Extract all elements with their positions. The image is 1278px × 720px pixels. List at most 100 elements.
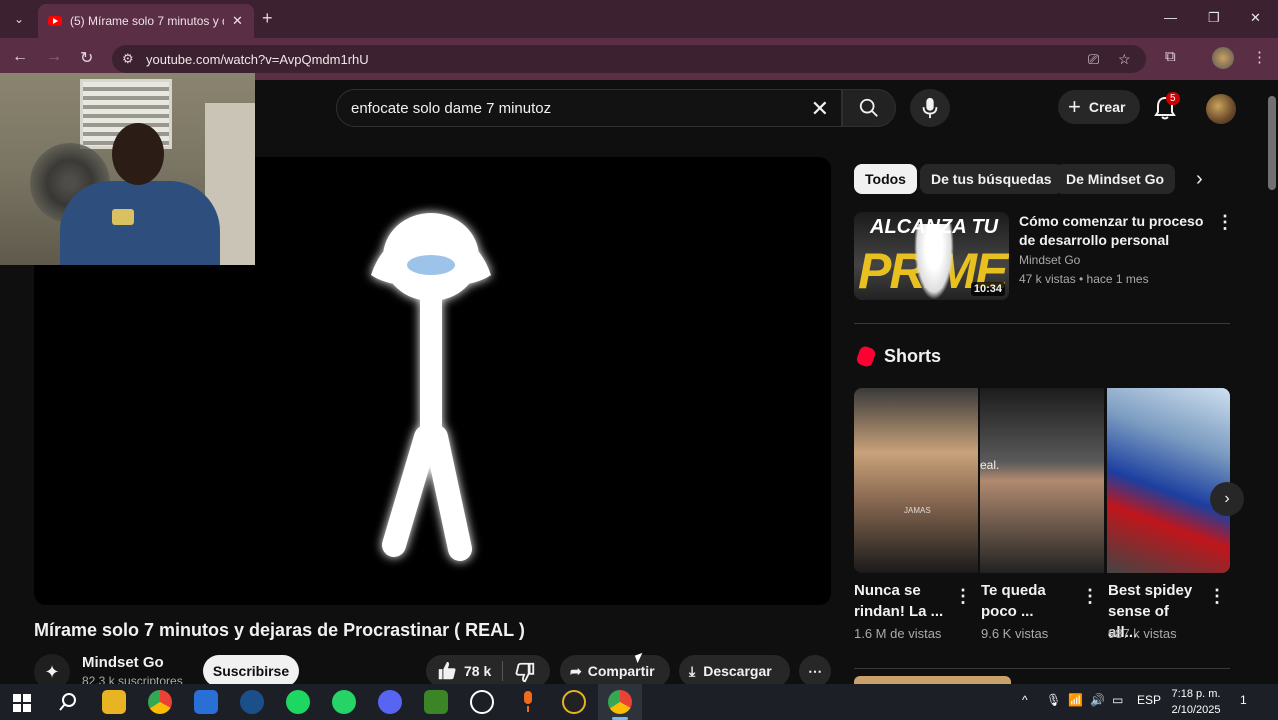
chip-de-tus-busquedas[interactable]: De tus búsquedas: [920, 164, 1063, 194]
microphone-icon: [922, 97, 938, 119]
more-dots-icon: ⋯: [808, 662, 822, 679]
tab-search-chevron-icon[interactable]: ⌄: [8, 8, 30, 30]
share-button[interactable]: ➦ Compartir: [560, 655, 670, 687]
channel-name[interactable]: Mindset Go: [82, 654, 164, 671]
forward-arrow-icon[interactable]: →: [46, 48, 62, 66]
chrome-active-icon[interactable]: [608, 690, 632, 714]
short-3-menu-kebab-icon[interactable]: ⋮: [1208, 586, 1226, 607]
notifications-button[interactable]: 5: [1154, 92, 1180, 125]
short-2-menu-kebab-icon[interactable]: ⋮: [1081, 586, 1099, 607]
short-thumbnail-2[interactable]: eal.: [980, 388, 1104, 573]
steam-icon[interactable]: [240, 690, 264, 714]
chip-de-mindset-go[interactable]: De Mindset Go: [1055, 164, 1176, 194]
microphone-app-icon[interactable]: [516, 690, 540, 714]
browser-tab-active[interactable]: (5) Mírame solo 7 minutos y de ✕: [38, 4, 254, 38]
dislike-button[interactable]: [514, 661, 536, 686]
spotify-icon[interactable]: [286, 690, 310, 714]
back-arrow-icon[interactable]: ←: [12, 48, 28, 66]
short-3-views: 987 k vistas: [1108, 626, 1177, 641]
taskbar-clock[interactable]: 7:18 p. m. 2/10/2025: [1168, 686, 1224, 718]
clear-search-icon[interactable]: ✕: [811, 96, 829, 122]
install-app-icon[interactable]: ⎚: [1088, 51, 1099, 68]
short-thumbnail-3[interactable]: [1107, 388, 1230, 573]
chatgpt-icon[interactable]: [470, 690, 494, 714]
webcam-person: [60, 123, 220, 265]
account-avatar[interactable]: [1206, 94, 1236, 124]
tray-mic-icon[interactable]: 🎙: [1046, 693, 1061, 707]
recommended-title[interactable]: Cómo comenzar tu proceso de desarrollo p…: [1019, 212, 1209, 250]
search-icon: [859, 98, 878, 117]
short-2-views: 9.6 K vistas: [981, 626, 1049, 641]
chips-next-chevron-icon[interactable]: ›: [1196, 168, 1203, 191]
like-button[interactable]: [436, 660, 458, 685]
tray-battery-icon[interactable]: ▭: [1112, 693, 1123, 707]
chrome-icon[interactable]: [148, 690, 172, 714]
webcam-overlay: [0, 73, 255, 265]
voice-search-button[interactable]: [910, 89, 950, 127]
download-button[interactable]: ⤓ Descargar: [679, 655, 790, 687]
thumbs-down-icon: [515, 662, 535, 683]
subscribe-button[interactable]: Suscribirse: [203, 655, 299, 687]
microsoft-store-icon[interactable]: [194, 690, 218, 714]
short-1-title[interactable]: Nunca se rindan! La ...: [854, 580, 954, 622]
next-video-thumbnail-peek[interactable]: [854, 676, 1011, 684]
tray-wifi-icon[interactable]: 📶: [1068, 693, 1083, 707]
recommended-channel[interactable]: Mindset Go: [1019, 253, 1080, 267]
clock-time: 7:18 p. m.: [1171, 688, 1221, 700]
osu-or-obs-icon[interactable]: [562, 690, 586, 714]
plus-icon: +: [1068, 94, 1081, 119]
search-input[interactable]: enfocate solo dame 7 minutoz ✕: [336, 89, 842, 127]
magnifier-icon: [59, 693, 76, 711]
search-query-text: enfocate solo dame 7 minutoz: [351, 99, 552, 117]
share-arrow-icon: ➦: [570, 662, 582, 679]
recommended-thumbnail[interactable]: PRIME ALCANZA TU 10:34: [854, 212, 1009, 300]
windows-start-icon[interactable]: [10, 691, 34, 715]
short-2-title[interactable]: Te queda poco ...: [981, 580, 1071, 622]
recommended-meta: 47 k vistas • hace 1 mes: [1019, 272, 1149, 286]
youtube-favicon-icon: [48, 16, 62, 26]
extensions-puzzle-icon[interactable]: ⧉: [1165, 48, 1176, 65]
star-logo-icon: ✦: [44, 661, 60, 682]
window-close-icon[interactable]: ✕: [1250, 10, 1261, 26]
create-button[interactable]: + Crear: [1058, 90, 1140, 124]
recommended-menu-kebab-icon[interactable]: ⋮: [1216, 212, 1234, 233]
like-count: 78 k: [464, 663, 492, 679]
short-1-menu-kebab-icon[interactable]: ⋮: [954, 586, 972, 607]
tab-close-icon[interactable]: ✕: [232, 13, 243, 29]
browser-menu-kebab-icon[interactable]: ⋮: [1252, 48, 1267, 66]
webcam-person-head: [112, 123, 164, 185]
like-dislike-group: 78 k: [426, 655, 550, 687]
tab-title: (5) Mírame solo 7 minutos y de: [70, 14, 224, 28]
discord-icon[interactable]: [378, 690, 402, 714]
restore-icon[interactable]: ❐: [1208, 10, 1220, 26]
reload-icon[interactable]: ↻: [80, 48, 93, 68]
short-1-views: 1.6 M de vistas: [854, 626, 942, 641]
short-thumbnail-1[interactable]: JAMAS: [854, 388, 978, 573]
search-button[interactable]: [842, 89, 896, 127]
new-tab-plus-icon[interactable]: +: [262, 8, 273, 29]
tray-overflow-chevron-icon[interactable]: ^: [1022, 693, 1028, 707]
create-label: Crear: [1088, 99, 1126, 115]
chip-todos[interactable]: Todos: [854, 164, 917, 194]
notification-badge: 5: [1166, 92, 1180, 105]
more-actions-button[interactable]: ⋯: [799, 655, 831, 687]
site-info-icon[interactable]: ⚙: [122, 51, 134, 67]
profile-avatar-icon[interactable]: [1212, 47, 1234, 69]
file-explorer-icon[interactable]: [102, 690, 126, 714]
section-divider: [854, 323, 1230, 324]
webcam-phone: [112, 209, 134, 225]
page-scrollbar-thumb[interactable]: [1268, 96, 1276, 190]
address-bar[interactable]: ⚙ youtube.com/watch?v=AvpQmdm1rhU ⎚ ☆: [112, 45, 1146, 73]
tray-volume-icon[interactable]: 🔊: [1090, 693, 1105, 707]
shorts-next-chevron-icon[interactable]: ›: [1210, 482, 1244, 516]
tray-language[interactable]: ESP: [1137, 693, 1161, 707]
download-label: Descargar: [703, 663, 772, 679]
search-taskbar-icon[interactable]: [56, 690, 80, 714]
bookmark-star-icon[interactable]: ☆: [1118, 51, 1131, 68]
minimize-icon[interactable]: —: [1164, 10, 1177, 25]
shorts-logo-icon: [855, 344, 877, 369]
action-center-icon[interactable]: 1: [1240, 693, 1247, 707]
whatsapp-icon[interactable]: [332, 690, 356, 714]
short-2-overlay: eal.: [980, 458, 1000, 472]
minecraft-icon[interactable]: [424, 690, 448, 714]
